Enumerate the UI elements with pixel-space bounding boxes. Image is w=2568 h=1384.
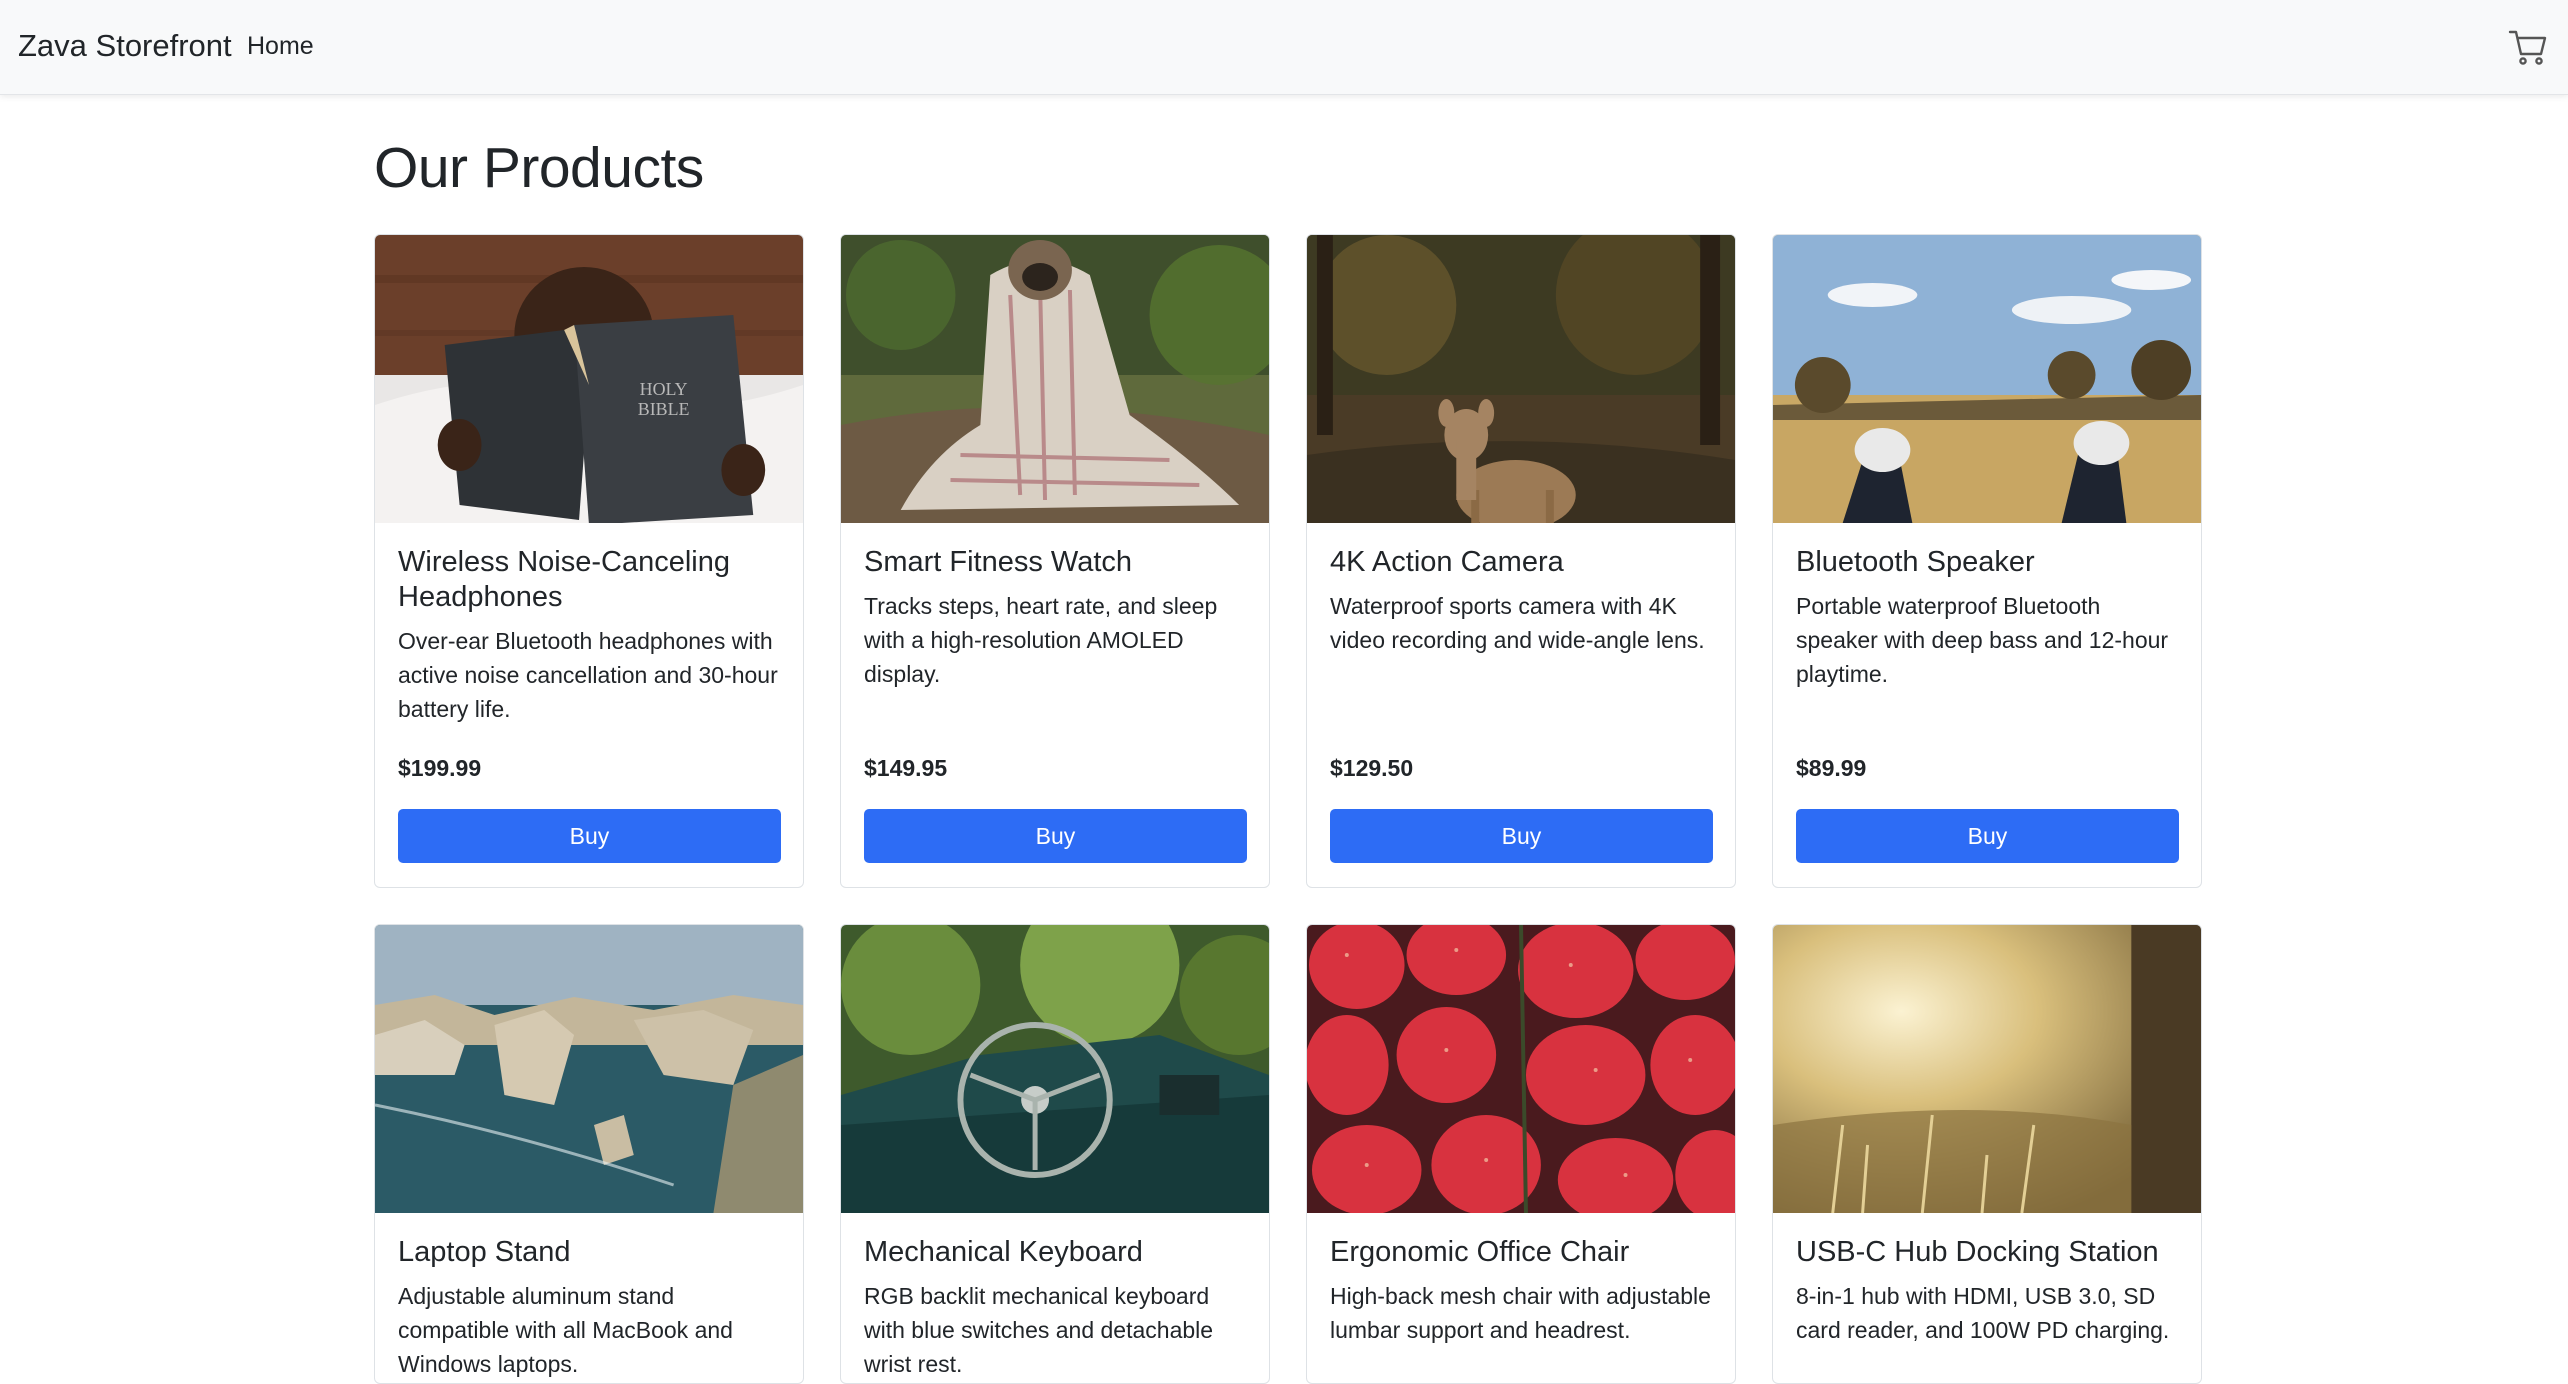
buy-button[interactable]: Buy xyxy=(1330,809,1713,863)
product-image xyxy=(1307,925,1735,1213)
product-description: RGB backlit mechanical keyboard with blu… xyxy=(864,1283,1214,1377)
product-image xyxy=(375,925,803,1213)
brand-link[interactable]: Zava Storefront xyxy=(18,28,232,64)
product-card: Bluetooth Speaker Portable waterproof Bl… xyxy=(1772,234,2202,888)
product-description: Over-ear Bluetooth headphones with activ… xyxy=(398,628,778,722)
product-image: HOLY BIBLE xyxy=(375,235,803,523)
product-image xyxy=(1773,235,2201,523)
navbar: Zava Storefront Home xyxy=(0,0,2568,95)
product-name: Wireless Noise-Canceling Headphones xyxy=(398,546,730,613)
nav-home-link[interactable]: Home xyxy=(247,32,314,61)
product-name: Bluetooth Speaker xyxy=(1796,546,2035,578)
product-name: Smart Fitness Watch xyxy=(864,546,1133,578)
product-card: Mechanical Keyboard RGB backlit mechanic… xyxy=(840,924,1270,1384)
product-card: HOLY BIBLE Wireless Noise-Canceling Head… xyxy=(374,234,804,888)
product-description: Portable waterproof Bluetooth speaker wi… xyxy=(1796,593,2169,687)
product-name: Laptop Stand xyxy=(398,1236,571,1268)
buy-button[interactable]: Buy xyxy=(864,809,1247,863)
product-price: $149.95 xyxy=(864,755,948,781)
product-description: Adjustable aluminum stand compatible wit… xyxy=(398,1283,733,1377)
product-card: Laptop Stand Adjustable aluminum stand c… xyxy=(374,924,804,1384)
product-image xyxy=(1307,235,1735,523)
product-name: Ergonomic Office Chair xyxy=(1330,1236,1630,1268)
product-price: $129.50 xyxy=(1330,755,1414,781)
product-image xyxy=(1773,925,2201,1213)
product-name: Mechanical Keyboard xyxy=(864,1236,1143,1268)
product-card: USB-C Hub Docking Station 8-in-1 hub wit… xyxy=(1772,924,2202,1384)
product-price: $199.99 xyxy=(398,755,482,781)
product-card: Ergonomic Office Chair High-back mesh ch… xyxy=(1306,924,1736,1384)
product-description: 8-in-1 hub with HDMI, USB 3.0, SD card r… xyxy=(1796,1283,2170,1343)
product-image xyxy=(841,235,1269,523)
product-description: High-back mesh chair with adjustable lum… xyxy=(1330,1283,1711,1343)
product-card: 4K Action Camera Waterproof sports camer… xyxy=(1306,234,1736,888)
product-name: 4K Action Camera xyxy=(1330,546,1564,578)
product-name: USB-C Hub Docking Station xyxy=(1796,1236,2159,1268)
product-price: $89.99 xyxy=(1796,755,1867,781)
product-image xyxy=(841,925,1269,1213)
buy-button[interactable]: Buy xyxy=(398,809,781,863)
page-title: Our Products xyxy=(374,136,704,200)
product-description: Tracks steps, heart rate, and sleep with… xyxy=(864,593,1218,687)
cart-icon[interactable] xyxy=(2508,28,2548,66)
buy-button[interactable]: Buy xyxy=(1796,809,2179,863)
svg-text:BIBLE: BIBLE xyxy=(638,399,690,419)
svg-text:HOLY: HOLY xyxy=(640,379,688,399)
product-description: Waterproof sports camera with 4K video r… xyxy=(1330,593,1705,653)
product-card: Smart Fitness Watch Tracks steps, heart … xyxy=(840,234,1270,888)
